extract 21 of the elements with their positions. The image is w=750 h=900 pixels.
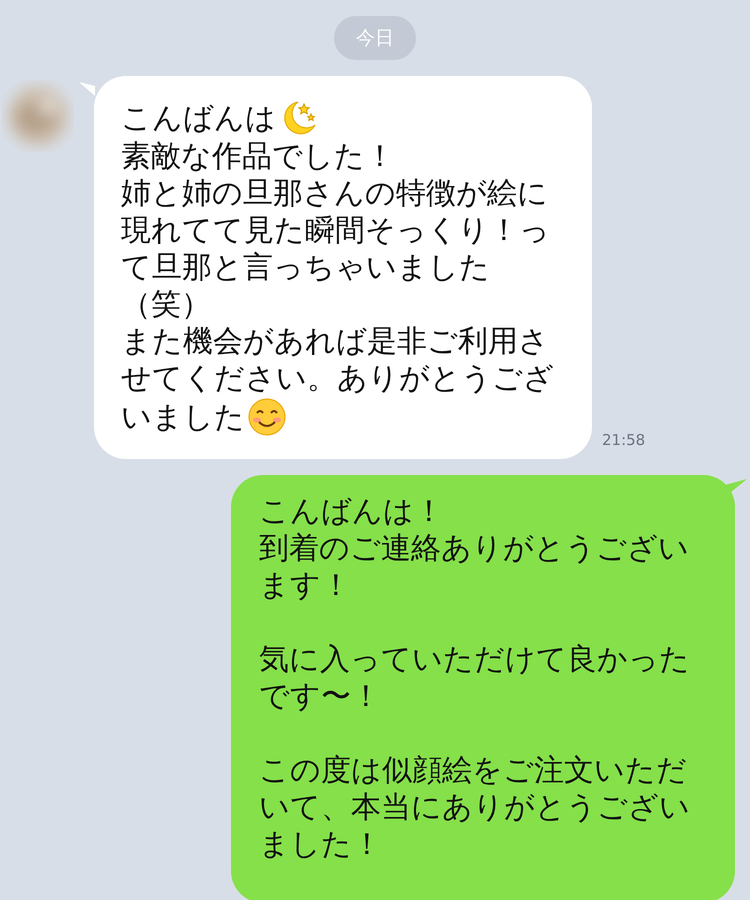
date-label: 今日 [334,16,416,60]
message-text: 姉と姉の旦那さんの特徴が絵に [121,175,548,212]
message-text: です〜！ [259,678,381,715]
message-text: ます！ [259,567,351,604]
message-text: また機会があれば是非ご利用さ [121,323,549,360]
message-text: 到着のご連絡ありがとうござい [259,530,689,567]
message-text: 気に入っていただけて良かった [259,641,690,678]
message-time: 21:58 [602,430,646,450]
message-text: 現れてて見た瞬間そっくり！っ [121,212,550,249]
message-text: （笑） [121,286,211,323]
message-text: て旦那と言っちゃいました [121,249,490,286]
message-text: せてください。ありがとうござ [121,360,554,397]
message-text: こんばんは！ [259,493,444,530]
message-text: いて、本当にありがとうござい [259,789,690,826]
message-text: ました！ [259,826,382,863]
smiling-face-icon [247,397,287,437]
message-text: この度は似顔絵をご注文いただ [259,752,687,789]
message-text: こんばんは [121,100,276,136]
bubble-tail [79,82,95,96]
message-text: 素敵な作品でした！ [121,138,395,175]
message-text: いました [121,398,245,436]
